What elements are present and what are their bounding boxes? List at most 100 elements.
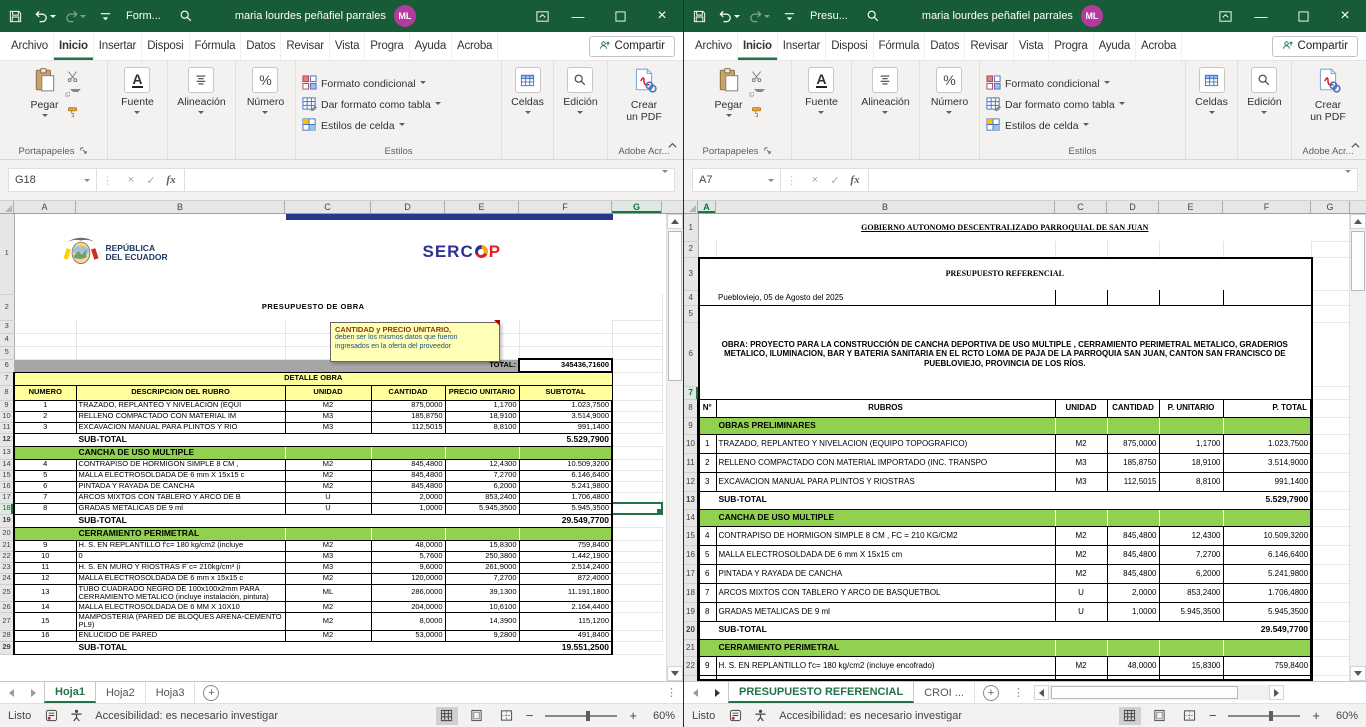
view-break-icon[interactable] — [496, 707, 518, 725]
cell-unit[interactable]: M3 — [1055, 472, 1107, 491]
alignment-button[interactable]: Alineación — [173, 65, 229, 144]
save-icon[interactable] — [0, 0, 30, 32]
editing-button[interactable]: Edición — [1243, 65, 1285, 144]
cell-number[interactable]: 15 — [14, 613, 76, 631]
cell-quantity[interactable]: 120,0000 — [371, 573, 445, 584]
budget-row[interactable]: 25 13 TUBO CUADRADO NEGRO DE 100x100x2mm… — [0, 584, 662, 602]
cell-unit[interactable]: M2 — [285, 573, 371, 584]
sheet-tab[interactable]: PRESUPUESTO REFERENCIAL — [728, 682, 914, 703]
row-number[interactable]: 6 — [684, 322, 698, 386]
row-number[interactable]: 10 — [0, 411, 14, 422]
menu-tab[interactable]: Progra — [1049, 32, 1093, 60]
cell-description[interactable]: TRAZADO, REPLANTEO Y NIVELACION (EQUI — [76, 400, 285, 411]
row-number[interactable]: 8 — [0, 385, 14, 400]
cell[interactable] — [612, 641, 662, 654]
save-icon[interactable] — [684, 0, 714, 32]
sheet-row[interactable]: 1 GOBIERNO AUTONOMO DESCENTRALIZADO PARR… — [684, 214, 1349, 241]
sheet-tab[interactable]: Hoja3 — [146, 682, 196, 703]
cell-unit-price[interactable]: 12,4300 — [445, 459, 519, 470]
budget-row[interactable]: 27 15 MAMPOSTERIA (PARED DE BLOQUES AREN… — [0, 613, 662, 631]
close-icon[interactable]: × — [641, 0, 683, 32]
cell[interactable] — [612, 630, 662, 641]
cell-unit[interactable]: ML — [285, 584, 371, 602]
cell-subtotal[interactable]: 759,8400 — [519, 540, 612, 551]
budget-row[interactable]: 17 7 ARCOS MIXTOS CON TABLERO Y ARCO DE … — [0, 492, 662, 503]
cell[interactable] — [612, 385, 662, 400]
budget-row[interactable]: 22 10 0 M3 5,7600 250,3800 1.442,1900 — [0, 551, 662, 562]
budget-row[interactable]: 16 5 MALLA ELECTROSOLDADA DE 6 mm X 15x1… — [684, 545, 1349, 564]
cell-quantity[interactable]: 875,0000 — [1107, 434, 1159, 453]
cell-total[interactable]: 5.529,7900 — [1223, 491, 1311, 509]
cell-number[interactable]: 13 — [14, 584, 76, 602]
budget-row[interactable]: 17 6 PINTADA Y RAYADA DE CANCHA M2 845,4… — [684, 564, 1349, 583]
row-number[interactable]: 16 — [0, 481, 14, 492]
share-button[interactable]: Compartir — [1272, 36, 1358, 57]
cell-number[interactable] — [698, 621, 716, 639]
cell-unit-price[interactable]: 5.945,3500 — [445, 503, 519, 514]
cell-quantity[interactable]: 2,0000 — [371, 492, 445, 503]
sheet-row[interactable]: 2 — [684, 241, 1349, 257]
cell-styles-button[interactable]: Estilos de celda — [986, 117, 1183, 135]
cell-total[interactable]: 10.509,3200 — [1223, 526, 1311, 545]
header-subtotal[interactable]: SUBTOTAL — [519, 385, 612, 400]
dialog-launcher-icon[interactable] — [762, 146, 772, 156]
cell[interactable] — [612, 514, 662, 527]
collapse-ribbon-icon[interactable] — [1350, 138, 1361, 156]
cell-quantity[interactable]: 112,5015 — [371, 422, 445, 433]
cell-number[interactable]: 1 — [698, 434, 716, 453]
cell-subtotal[interactable]: 11.191,1800 — [519, 584, 612, 602]
enter-icon[interactable]: ✓ — [826, 174, 844, 187]
cell-unit[interactable] — [285, 527, 371, 540]
accessibility-icon[interactable] — [754, 709, 767, 722]
cell-total[interactable]: 3.514,9000 — [1223, 453, 1311, 472]
minimize-icon[interactable]: — — [1240, 0, 1282, 32]
cell-total[interactable]: 5.241,9800 — [1223, 564, 1311, 583]
sheet-row[interactable]: 5 — [684, 305, 1349, 322]
cell-number[interactable]: 5 — [14, 470, 76, 481]
cell-number[interactable] — [698, 509, 716, 526]
cell-subtotal[interactable]: 5.529,7900 — [519, 433, 612, 446]
cell-description[interactable]: SUB-TOTAL — [716, 621, 1055, 639]
sheet-header-row[interactable]: 8 N° RUBROS UNIDAD CANTIDAD P. UNITARIO … — [684, 399, 1349, 417]
cell[interactable] — [612, 613, 662, 631]
budget-row[interactable]: 28 16 ENLUCIDO DE PARED M2 53,0000 9,280… — [0, 630, 662, 641]
budget-row[interactable]: 19 8 GRADAS METALICAS DE 9 ml U 1,0000 5… — [684, 602, 1349, 621]
header-unidad[interactable]: UNIDAD — [1055, 399, 1107, 417]
cell[interactable] — [1311, 434, 1349, 453]
obra-description[interactable]: OBRA: PROYECTO PARA LA CONSTRUCCIÓN DE C… — [698, 322, 1311, 386]
scrollbar-thumb[interactable] — [1051, 686, 1238, 699]
cell-unit-price[interactable]: 39,1300 — [445, 584, 519, 602]
menu-tab[interactable]: Fórmula — [874, 32, 926, 60]
conditional-formatting-button[interactable]: Formato condicional — [302, 75, 499, 93]
cell-description[interactable]: TRAZADO, REPLANTEO Y NIVELACION (EQUIPO … — [716, 434, 1055, 453]
cell-unit-price[interactable]: 6,2000 — [445, 481, 519, 492]
cell[interactable] — [1311, 564, 1349, 583]
sheet-main-title[interactable]: PRESUPUESTO DE OBRA — [14, 294, 612, 320]
budget-row[interactable]: 11 2 RELLENO COMPACTADO CON MATERIAL IMP… — [684, 453, 1349, 472]
row-number[interactable]: 9 — [684, 417, 698, 434]
row-number[interactable]: 22 — [684, 656, 698, 675]
sheet-row-clipped[interactable] — [684, 675, 1349, 681]
dialog-launcher-icon[interactable] — [78, 146, 88, 156]
row-number[interactable]: 29 — [0, 641, 14, 654]
cell-number[interactable]: 1 — [14, 400, 76, 411]
budget-row[interactable]: 16 6 PINTADA Y RAYADA DE CANCHA M2 845,4… — [0, 481, 662, 492]
cell-unit-price[interactable]: 8,8100 — [1159, 472, 1223, 491]
cell-number[interactable]: 8 — [14, 503, 76, 514]
menu-tab[interactable]: Disposi — [826, 32, 873, 60]
cell-subtotal[interactable]: 491,8400 — [519, 630, 612, 641]
tab-overflow-icon[interactable]: ⋮ — [660, 686, 683, 699]
sheet-row[interactable]: 3 PRESUPUESTO REFERENCIAL — [684, 257, 1349, 290]
cell-total[interactable]: 991,1400 — [1223, 472, 1311, 491]
font-button[interactable]: A Fuente — [117, 65, 158, 144]
cell-unit[interactable] — [285, 433, 371, 446]
cell-total[interactable] — [1223, 509, 1311, 526]
sheet-row[interactable]: 7 — [684, 386, 1349, 399]
menu-tab[interactable]: Insertar — [94, 32, 142, 60]
cell-subtotal[interactable]: 115,1200 — [519, 613, 612, 631]
budget-title[interactable]: PRESUPUESTO REFERENCIAL — [698, 257, 1311, 290]
cell-description[interactable]: PINTADA Y RAYADA DE CANCHA — [716, 564, 1055, 583]
cell-unit-price[interactable] — [1159, 417, 1223, 434]
name-box-dropdown-icon[interactable] — [84, 179, 90, 185]
cell-quantity[interactable]: 1,0000 — [371, 503, 445, 514]
